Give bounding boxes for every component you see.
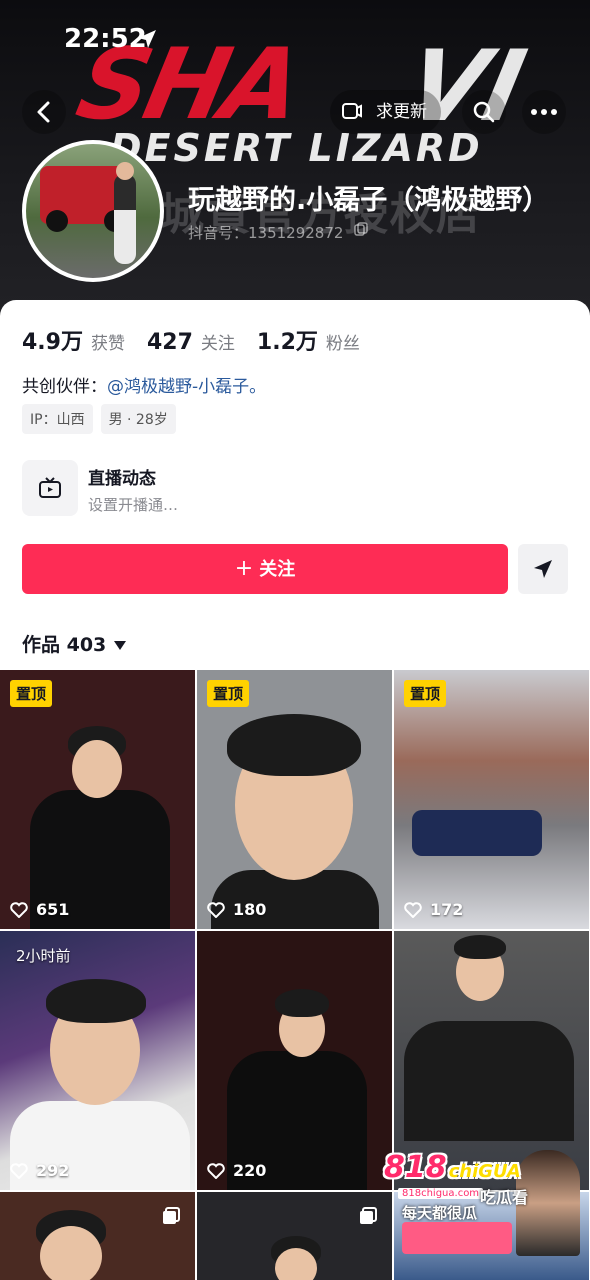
video-tile-1[interactable]: 置顶 651	[0, 670, 195, 929]
pinned-badge: 置顶	[404, 680, 447, 707]
search-icon	[473, 101, 495, 123]
location-arrow-icon	[138, 30, 156, 48]
multi-image-icon	[360, 1207, 377, 1224]
live-updates-row[interactable]: 直播动态 设置开播通…	[22, 460, 562, 518]
like-count: 220	[207, 1161, 266, 1180]
partner-link[interactable]: @鸿极越野-小磊子。	[107, 377, 266, 397]
ad-logo: 818 chiGUA	[384, 1150, 521, 1185]
send-arrow-icon	[534, 560, 552, 578]
post-time-label: 2小时前	[16, 947, 71, 965]
ad-url: 818chigua.com	[398, 1188, 484, 1199]
ad-promo-box	[402, 1222, 512, 1254]
more-button[interactable]	[522, 90, 566, 134]
stat-followers-value[interactable]: 1.2万	[257, 324, 318, 356]
back-button[interactable]	[22, 90, 66, 134]
copy-icon[interactable]	[354, 222, 368, 236]
banner-brand-sub: DESERT LIZARD	[110, 126, 483, 170]
partner-prefix: 共创伙伴：	[22, 377, 107, 397]
stat-likes-label: 获赞	[90, 334, 125, 354]
chevron-left-icon	[37, 101, 50, 123]
request-update-button[interactable]: 求更新	[330, 90, 441, 134]
stat-following-value[interactable]: 427	[147, 330, 193, 355]
stat-following-label[interactable]: 关注	[201, 329, 235, 354]
works-label: 作品 403	[22, 634, 107, 656]
ip-tag: IP：山西	[22, 404, 93, 434]
live-icon-box	[22, 460, 78, 516]
update-request-icon	[342, 103, 362, 119]
request-update-label: 求更新	[376, 102, 427, 122]
heart-icon	[207, 901, 225, 918]
gender-age-tag: 男 · 28岁	[100, 404, 176, 434]
tv-icon	[39, 477, 61, 498]
profile-name: 玩越野的.小磊子（鸿极越野）	[188, 185, 550, 216]
ad-headline: 每天都很瓜	[402, 1204, 478, 1222]
ad-overlay-text: 吃瓜看	[480, 1188, 529, 1207]
profile-stats: 4.9万 获赞 427 关注 1.2万 粉丝	[22, 324, 382, 356]
video-tile-2[interactable]: 置顶 180	[197, 670, 392, 929]
search-button[interactable]	[462, 90, 506, 134]
partner-line: 共创伙伴：@鸿极越野-小磊子。	[22, 372, 266, 397]
video-tile-7[interactable]	[0, 1192, 195, 1280]
heart-icon	[404, 901, 422, 918]
heart-icon	[207, 1162, 225, 1179]
like-count: 292	[10, 1161, 69, 1180]
follow-plus: +	[234, 556, 254, 581]
video-tile-8[interactable]	[197, 1192, 392, 1280]
heart-icon	[10, 1162, 28, 1179]
follow-button[interactable]: + 关注	[22, 544, 508, 594]
status-time: 22:52	[64, 24, 147, 54]
multi-image-icon	[163, 1207, 180, 1224]
follow-label: 关注	[259, 559, 296, 580]
video-tile-5[interactable]: 220	[197, 931, 392, 1190]
avatar[interactable]	[22, 140, 164, 282]
heart-icon	[10, 901, 28, 918]
stat-followers-label[interactable]: 粉丝	[326, 329, 360, 354]
pinned-badge: 置顶	[207, 680, 250, 707]
video-tile-3[interactable]: 置顶 172	[394, 670, 589, 929]
live-subtitle: 设置开播通…	[88, 496, 179, 514]
status-bar: 22:52	[0, 0, 590, 80]
works-tab[interactable]: 作品 403	[22, 630, 127, 657]
profile-douyin-id: 抖音号：1351292872	[188, 224, 344, 242]
caret-down-icon	[114, 641, 127, 650]
share-button[interactable]	[518, 544, 568, 594]
live-title: 直播动态	[88, 469, 156, 489]
like-count: 172	[404, 900, 463, 919]
profile-tags: IP：山西 男 · 28岁	[22, 404, 184, 434]
stat-likes-value: 4.9万	[22, 330, 83, 355]
ad-banner[interactable]: 818 chiGUA 818chigua.com 每天都很瓜 吃瓜看	[384, 1150, 580, 1256]
more-dots-icon	[531, 109, 557, 115]
like-count: 651	[10, 900, 69, 919]
like-count: 180	[207, 900, 266, 919]
pinned-badge: 置顶	[10, 680, 53, 707]
video-tile-4[interactable]: 2小时前 292	[0, 931, 195, 1190]
